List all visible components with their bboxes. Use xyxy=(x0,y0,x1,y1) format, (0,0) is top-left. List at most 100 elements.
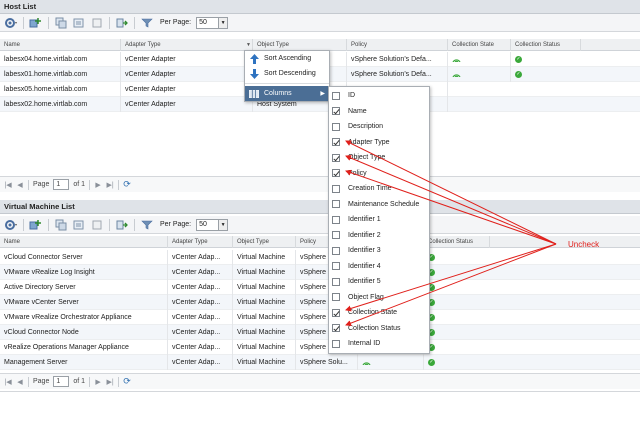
next-page-icon[interactable]: ▶ xyxy=(94,378,102,386)
table-row[interactable]: Active Directory Server vCenter Adap... … xyxy=(0,280,640,295)
table-row[interactable]: Management Server vCenter Adap... Virtua… xyxy=(0,355,640,370)
column-header-collection-status[interactable]: Collection Status xyxy=(511,39,581,51)
status-ok-icon: ✓ xyxy=(428,358,435,366)
edit-icon[interactable] xyxy=(71,16,87,30)
page-number-input[interactable]: 1 xyxy=(53,376,70,387)
toolbar-divider xyxy=(48,16,49,29)
checkbox-unchecked[interactable] xyxy=(332,122,340,131)
sort-ascending-menu-item[interactable]: Sort Ascending xyxy=(245,51,329,66)
prev-page-icon[interactable]: ◀ xyxy=(16,181,24,189)
table-row[interactable]: VMware vRealize Log Insight vCenter Adap… xyxy=(0,265,640,280)
gear-icon[interactable] xyxy=(3,218,19,232)
column-header-name[interactable]: Name xyxy=(0,39,121,51)
column-toggle-item[interactable]: Object Flag xyxy=(329,290,429,306)
cell-object-type: Virtual Machine xyxy=(233,250,296,265)
column-toggle-item[interactable]: Policy xyxy=(329,166,429,182)
collecting-signal-icon xyxy=(452,74,461,77)
checkbox-unchecked[interactable] xyxy=(332,200,340,209)
cell-object-type: Virtual Machine xyxy=(233,355,296,370)
checkbox-unchecked[interactable] xyxy=(332,277,340,286)
table-row[interactable]: vCloud Connector Server vCenter Adap... … xyxy=(0,250,640,265)
column-toggle-item[interactable]: Identifier 3 xyxy=(329,243,429,259)
column-toggle-item[interactable]: Identifier 4 xyxy=(329,259,429,275)
column-toggle-label: Identifier 2 xyxy=(348,231,381,239)
cell-object-type: Virtual Machine xyxy=(233,295,296,310)
column-toggle-item[interactable]: Collection State xyxy=(329,305,429,321)
column-toggle-item[interactable]: Collection Status xyxy=(329,321,429,337)
column-header-name[interactable]: Name xyxy=(0,236,168,248)
column-toggle-item[interactable]: ID xyxy=(329,88,429,104)
move-icon[interactable] xyxy=(114,16,130,30)
column-toggle-item[interactable]: Identifier 2 xyxy=(329,228,429,244)
column-toggle-item[interactable]: Creation Time xyxy=(329,181,429,197)
last-page-icon[interactable]: ▶| xyxy=(106,181,114,189)
per-page-select[interactable]: 50 ▼ xyxy=(196,16,229,29)
cell-name: VMware vRealize Log Insight xyxy=(0,265,168,280)
per-page-select[interactable]: 50 ▼ xyxy=(196,218,229,231)
column-toggle-item[interactable]: Description xyxy=(329,119,429,135)
prev-page-icon[interactable]: ◀ xyxy=(16,378,24,386)
delete-icon[interactable] xyxy=(89,16,105,30)
column-toggle-item[interactable]: Identifier 5 xyxy=(329,274,429,290)
column-toggle-label: Policy xyxy=(348,169,367,177)
checkbox-unchecked[interactable] xyxy=(332,215,340,224)
collection-status-cell: ✓ xyxy=(424,325,490,340)
add-icon[interactable] xyxy=(28,218,44,232)
table-row[interactable]: vCloud Connector Node vCenter Adap... Vi… xyxy=(0,325,640,340)
delete-icon[interactable] xyxy=(89,218,105,232)
page-number-input[interactable]: 1 xyxy=(53,179,70,190)
column-toggle-item[interactable]: Identifier 1 xyxy=(329,212,429,228)
checkbox-checked[interactable] xyxy=(332,324,340,333)
checkbox-unchecked[interactable] xyxy=(332,91,340,100)
column-header-adapter-type[interactable]: Adapter Type xyxy=(121,39,253,51)
checkbox-unchecked[interactable] xyxy=(332,231,340,240)
edit-icon[interactable] xyxy=(71,218,87,232)
checkbox-checked[interactable] xyxy=(332,169,340,178)
filter-icon[interactable] xyxy=(139,16,155,30)
checkbox-checked[interactable] xyxy=(332,138,340,147)
toolbar-divider xyxy=(23,16,24,29)
chevron-down-icon[interactable]: ▼ xyxy=(218,219,228,230)
next-page-icon[interactable]: ▶ xyxy=(94,181,102,189)
sort-descending-menu-item[interactable]: Sort Descending xyxy=(245,66,329,81)
table-row[interactable]: vRealize Operations Manager Appliance vC… xyxy=(0,340,640,355)
checkbox-unchecked[interactable] xyxy=(332,293,340,302)
move-icon[interactable] xyxy=(114,218,130,232)
cell-name: vRealize Operations Manager Appliance xyxy=(0,340,168,355)
column-header-adapter-type[interactable]: Adapter Type xyxy=(168,236,233,248)
column-header-collection-status[interactable]: Collection Status xyxy=(424,236,490,248)
chevron-down-icon[interactable]: ▼ xyxy=(218,17,228,28)
copy-icon[interactable] xyxy=(53,218,69,232)
refresh-icon[interactable]: ⟳ xyxy=(123,376,131,387)
toolbar-divider xyxy=(109,218,110,231)
checkbox-unchecked[interactable] xyxy=(332,246,340,255)
checkbox-checked[interactable] xyxy=(332,153,340,162)
column-header-object-type[interactable]: Object Type xyxy=(233,236,296,248)
column-toggle-item[interactable]: Maintenance Schedule xyxy=(329,197,429,213)
collection-status-cell: ✓ xyxy=(424,340,490,355)
refresh-icon[interactable]: ⟳ xyxy=(123,179,131,190)
column-toggle-item[interactable]: Object Type xyxy=(329,150,429,166)
checkbox-unchecked[interactable] xyxy=(332,339,340,348)
column-header-collection-state[interactable]: Collection State xyxy=(448,39,511,51)
checkbox-unchecked[interactable] xyxy=(332,262,340,271)
column-header-policy[interactable]: Policy xyxy=(347,39,448,51)
filter-icon[interactable] xyxy=(139,218,155,232)
gear-icon[interactable] xyxy=(3,16,19,30)
copy-icon[interactable] xyxy=(53,16,69,30)
checkbox-unchecked[interactable] xyxy=(332,184,340,193)
column-toggle-label: Collection Status xyxy=(348,324,401,332)
cell-name: labesx02.home.virtlab.com xyxy=(0,97,121,112)
checkbox-checked[interactable] xyxy=(332,107,340,116)
last-page-icon[interactable]: ▶| xyxy=(106,378,114,386)
table-row[interactable]: VMware vCenter Server vCenter Adap... Vi… xyxy=(0,295,640,310)
columns-menu-item[interactable]: Columns ▶ xyxy=(245,86,329,101)
column-toggle-item[interactable]: Name xyxy=(329,104,429,120)
first-page-icon[interactable]: |◀ xyxy=(4,181,12,189)
first-page-icon[interactable]: |◀ xyxy=(4,378,12,386)
column-toggle-item[interactable]: Internal ID xyxy=(329,336,429,352)
checkbox-checked[interactable] xyxy=(332,308,340,317)
table-row[interactable]: VMware vRealize Orchestrator Appliance v… xyxy=(0,310,640,325)
column-toggle-item[interactable]: Adapter Type xyxy=(329,135,429,151)
add-icon[interactable] xyxy=(28,16,44,30)
